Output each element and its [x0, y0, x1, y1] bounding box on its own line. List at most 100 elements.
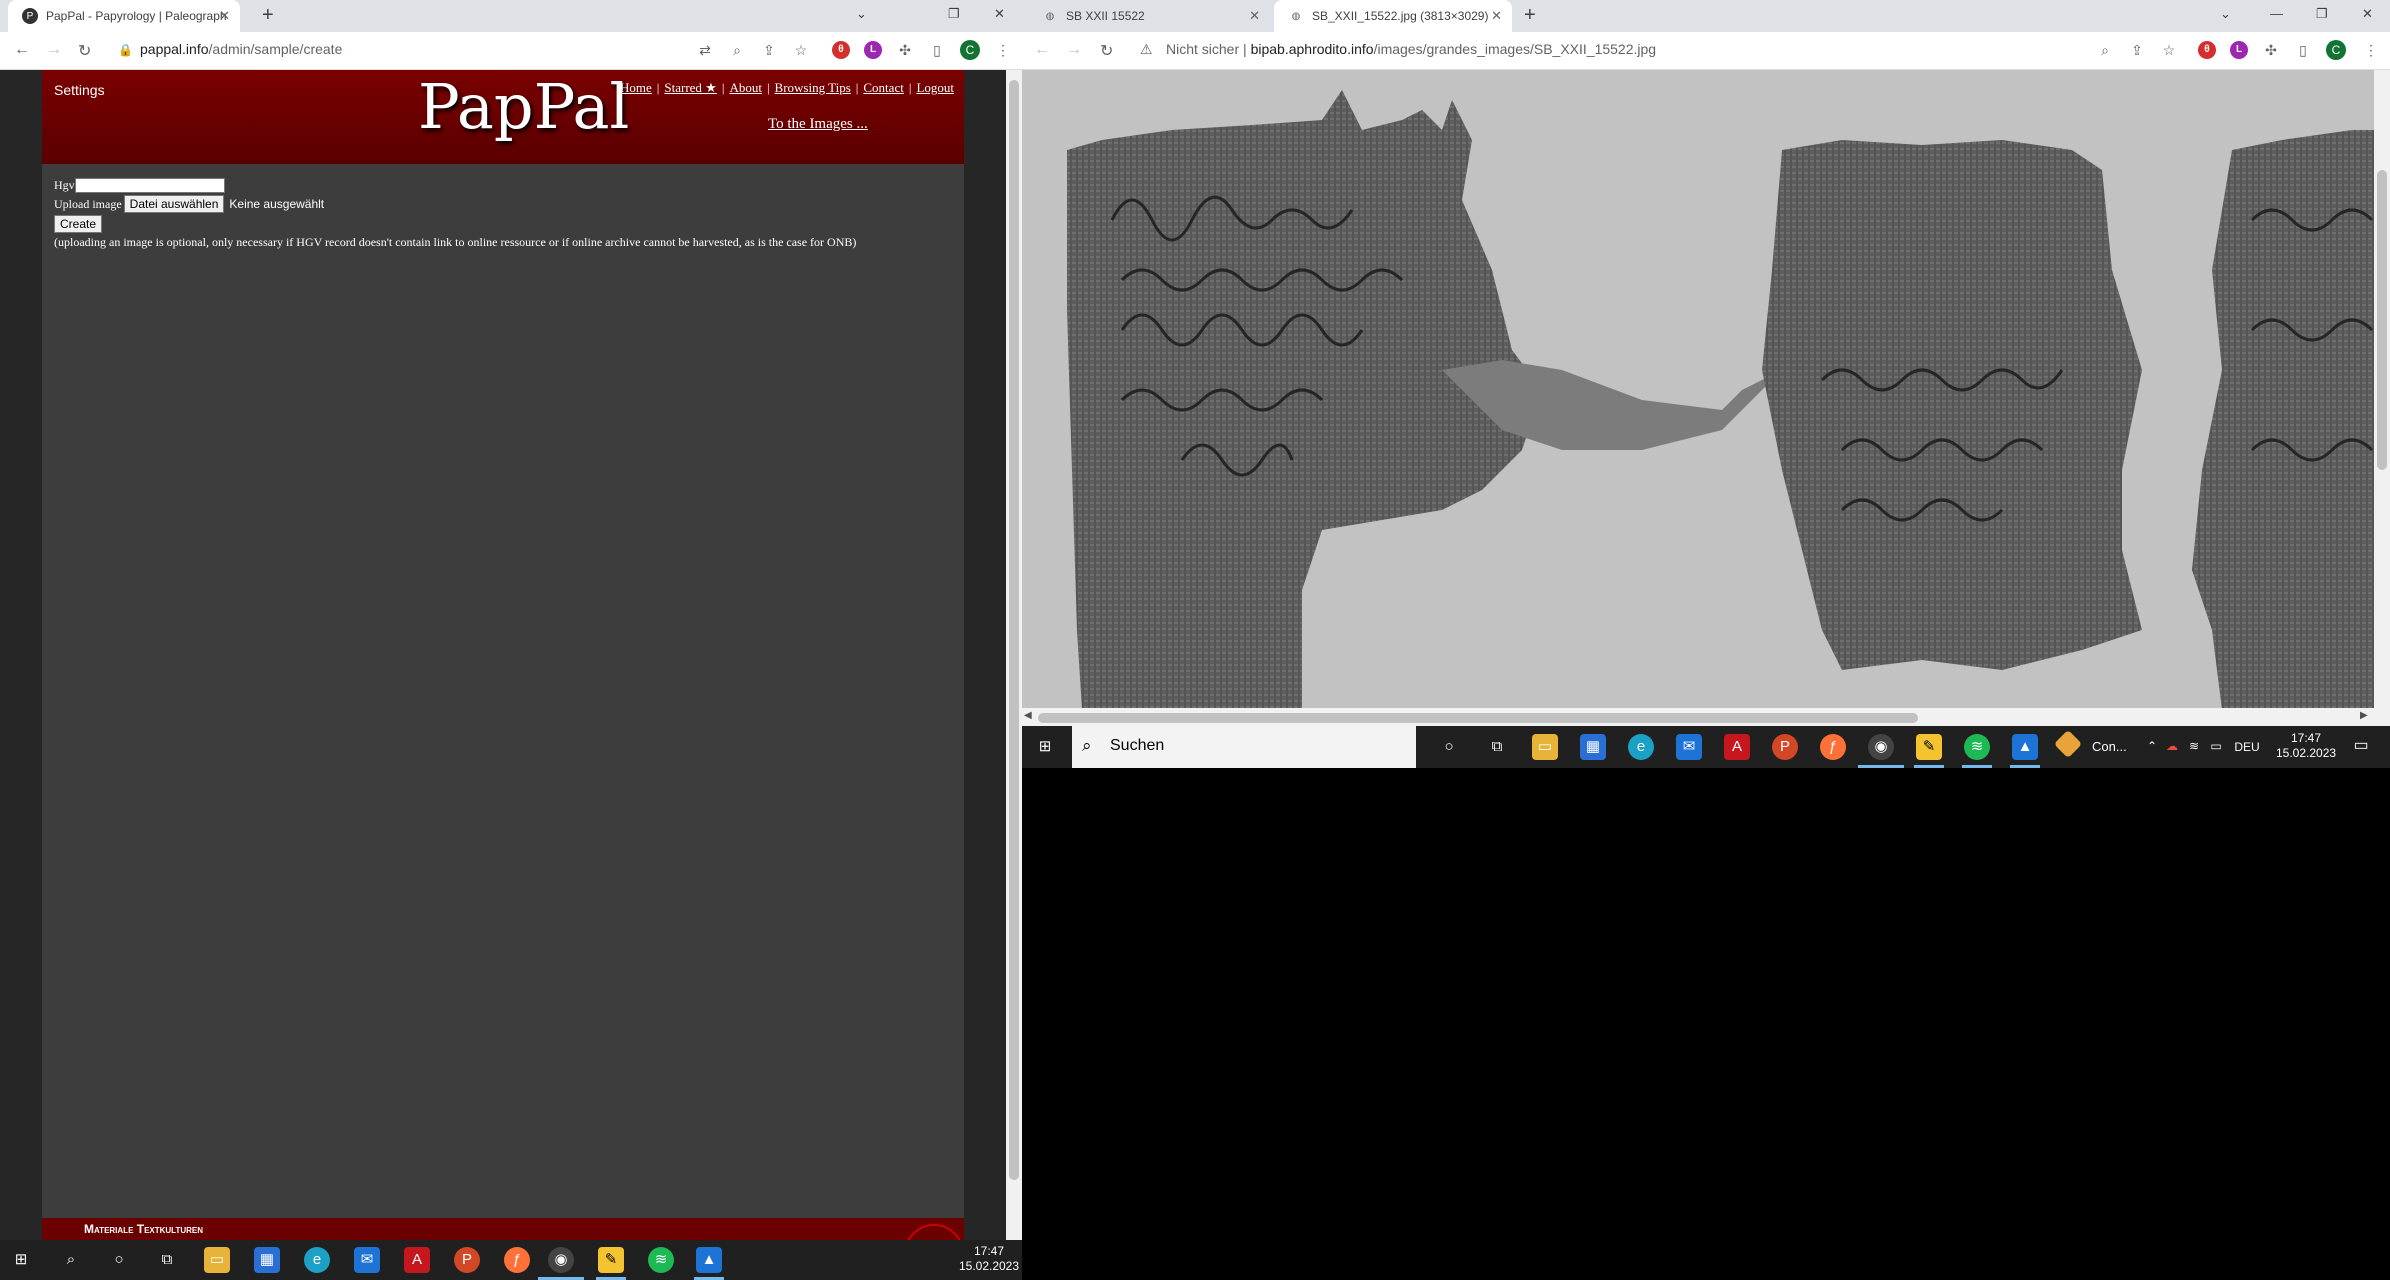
close-tab-icon[interactable]: ✕ [1249, 8, 1260, 24]
mail-icon[interactable]: ✉ [1676, 734, 1702, 760]
file-explorer-icon[interactable]: ▭ [1532, 734, 1558, 760]
mail-icon[interactable]: ✉ [354, 1247, 380, 1273]
zoom-icon[interactable]: ⌕ [2096, 41, 2114, 59]
settings-link[interactable]: Settings [54, 82, 105, 98]
address-bar[interactable]: pappal.info/admin/sample/create [140, 41, 342, 57]
reload-icon[interactable]: ↻ [78, 41, 91, 61]
search-icon[interactable]: ⌕ [58, 1247, 84, 1273]
extensions-puzzle-icon[interactable]: ✣ [2262, 41, 2280, 59]
nav-home[interactable]: Home [620, 80, 652, 95]
scroll-left-icon[interactable]: ◀ [1024, 710, 1032, 721]
tray-sync-icon[interactable]: ☁ [2164, 739, 2180, 754]
nav-browsing-tips[interactable]: Browsing Tips [775, 80, 851, 95]
tab-search-icon[interactable]: ⌄ [856, 6, 867, 22]
store-icon[interactable]: ▦ [254, 1247, 280, 1273]
image-vertical-scrollbar[interactable] [2374, 70, 2390, 710]
nav-contact[interactable]: Contact [863, 80, 903, 95]
close-tab-icon[interactable]: ✕ [1491, 8, 1502, 24]
forward-icon[interactable]: → [46, 41, 62, 59]
task-view-icon[interactable]: ⧉ [154, 1247, 180, 1273]
extensions-puzzle-icon[interactable]: ✣ [896, 41, 914, 59]
translate-icon[interactable]: ⇄ [696, 41, 714, 59]
choose-file-button[interactable]: Datei auswählen [123, 195, 225, 213]
sidepanel-icon[interactable]: ▯ [2294, 41, 2312, 59]
profile-avatar[interactable]: C [2326, 40, 2346, 60]
cortana-icon[interactable]: ○ [106, 1247, 132, 1273]
firefox-icon[interactable]: ƒ [504, 1247, 530, 1273]
photos-icon[interactable]: ▲ [2012, 734, 2038, 760]
tab-pappal[interactable]: P PapPal - Papyrology | Paleograph ✕ [8, 0, 240, 32]
chrome-icon[interactable]: ◉ [1868, 734, 1894, 760]
editor-icon[interactable]: ✎ [1916, 734, 1942, 760]
back-icon[interactable]: ← [1034, 41, 1050, 59]
scrollbar-thumb[interactable] [1009, 80, 1019, 1180]
taskbar-search-box[interactable]: ⌕ Suchen [1072, 726, 1416, 768]
left-clock[interactable]: 17:47 15.02.2023 [956, 1244, 1022, 1274]
tab-image[interactable]: ◍ SB_XXII_15522.jpg (3813×3029) ✕ [1274, 0, 1512, 32]
spotify-icon[interactable]: ≋ [648, 1247, 674, 1273]
windows-start-icon[interactable]: ⊞ [1032, 734, 1058, 760]
zoom-icon[interactable]: ⌕ [728, 41, 746, 59]
powerpoint-icon[interactable]: P [1772, 734, 1798, 760]
nav-starred[interactable]: Starred ★ [664, 80, 716, 95]
profile-avatar[interactable]: C [960, 40, 980, 60]
windows-start-icon[interactable]: ⊞ [8, 1247, 34, 1273]
extension-purple-icon[interactable]: L [2230, 41, 2248, 59]
new-tab-button[interactable]: + [1524, 4, 1536, 27]
tab-sb-xxii[interactable]: ◍ SB XXII 15522 ✕ [1028, 0, 1270, 32]
right-clock[interactable]: 17:47 15.02.2023 [2276, 731, 2336, 761]
edge-icon[interactable]: e [1628, 734, 1654, 760]
task-view-icon[interactable]: ⧉ [1484, 734, 1510, 760]
powerpoint-icon[interactable]: P [454, 1247, 480, 1273]
share-icon[interactable]: ⇪ [2128, 41, 2146, 59]
share-icon[interactable]: ⇪ [760, 41, 778, 59]
acrobat-icon[interactable]: A [1724, 734, 1750, 760]
nav-about[interactable]: About [729, 80, 762, 95]
close-window-icon[interactable]: ✕ [994, 6, 1005, 22]
scroll-right-icon[interactable]: ▶ [2360, 710, 2368, 721]
notifications-icon[interactable]: ▭ [2350, 738, 2372, 754]
close-window-icon[interactable]: ✕ [2362, 6, 2373, 22]
back-icon[interactable]: ← [14, 41, 30, 59]
left-page-scrollbar[interactable] [1006, 70, 1022, 1240]
extension-red-icon[interactable]: θ [2198, 41, 2216, 59]
scrollbar-thumb[interactable] [1038, 713, 1918, 723]
connect-app-icon[interactable] [2053, 729, 2083, 759]
connect-app-label[interactable]: Con... [2092, 739, 2127, 754]
spotify-icon[interactable]: ≋ [1964, 734, 1990, 760]
papyrus-image[interactable] [1022, 70, 2374, 710]
to-images-link[interactable]: To the Images ... [768, 116, 868, 133]
file-explorer-icon[interactable]: ▭ [204, 1247, 230, 1273]
new-tab-button[interactable]: + [262, 4, 274, 27]
store-icon[interactable]: ▦ [1580, 734, 1606, 760]
address-bar[interactable]: Nicht sicher | bipab.aphrodito.info/imag… [1166, 41, 1656, 57]
editor-icon[interactable]: ✎ [598, 1247, 624, 1273]
acrobat-icon[interactable]: A [404, 1247, 430, 1273]
chrome-icon[interactable]: ◉ [548, 1247, 574, 1273]
reload-icon[interactable]: ↻ [1100, 41, 1113, 61]
firefox-icon[interactable]: ƒ [1820, 734, 1846, 760]
tray-battery-icon[interactable]: ▭ [2208, 739, 2224, 754]
cortana-icon[interactable]: ○ [1436, 734, 1462, 760]
minimize-icon[interactable]: — [2270, 6, 2283, 21]
restore-icon[interactable]: ❐ [2316, 6, 2328, 22]
close-tab-icon[interactable]: ✕ [219, 8, 230, 24]
tab-search-icon[interactable]: ⌄ [2220, 6, 2231, 22]
extension-purple-icon[interactable]: L [864, 41, 882, 59]
image-horizontal-scrollbar-track[interactable]: ◀ ▶ [1022, 710, 2390, 726]
restore-icon[interactable]: ❐ [948, 6, 960, 22]
photos-icon[interactable]: ▲ [696, 1247, 722, 1273]
forward-icon[interactable]: → [1066, 41, 1082, 59]
site-logo[interactable]: PapPal [418, 70, 629, 143]
menu-icon[interactable]: ⋮ [994, 41, 1012, 59]
menu-icon[interactable]: ⋮ [2362, 41, 2380, 59]
star-icon[interactable]: ☆ [2160, 41, 2178, 59]
scrollbar-thumb[interactable] [2377, 170, 2387, 470]
sidepanel-icon[interactable]: ▯ [928, 41, 946, 59]
edge-icon[interactable]: e [304, 1247, 330, 1273]
star-icon[interactable]: ☆ [792, 41, 810, 59]
tray-network-icon[interactable]: ≋ [2186, 739, 2202, 754]
tray-language[interactable]: DEU [2232, 740, 2262, 755]
tray-overflow-icon[interactable]: ⌃ [2144, 739, 2160, 754]
extension-red-icon[interactable]: θ [832, 41, 850, 59]
